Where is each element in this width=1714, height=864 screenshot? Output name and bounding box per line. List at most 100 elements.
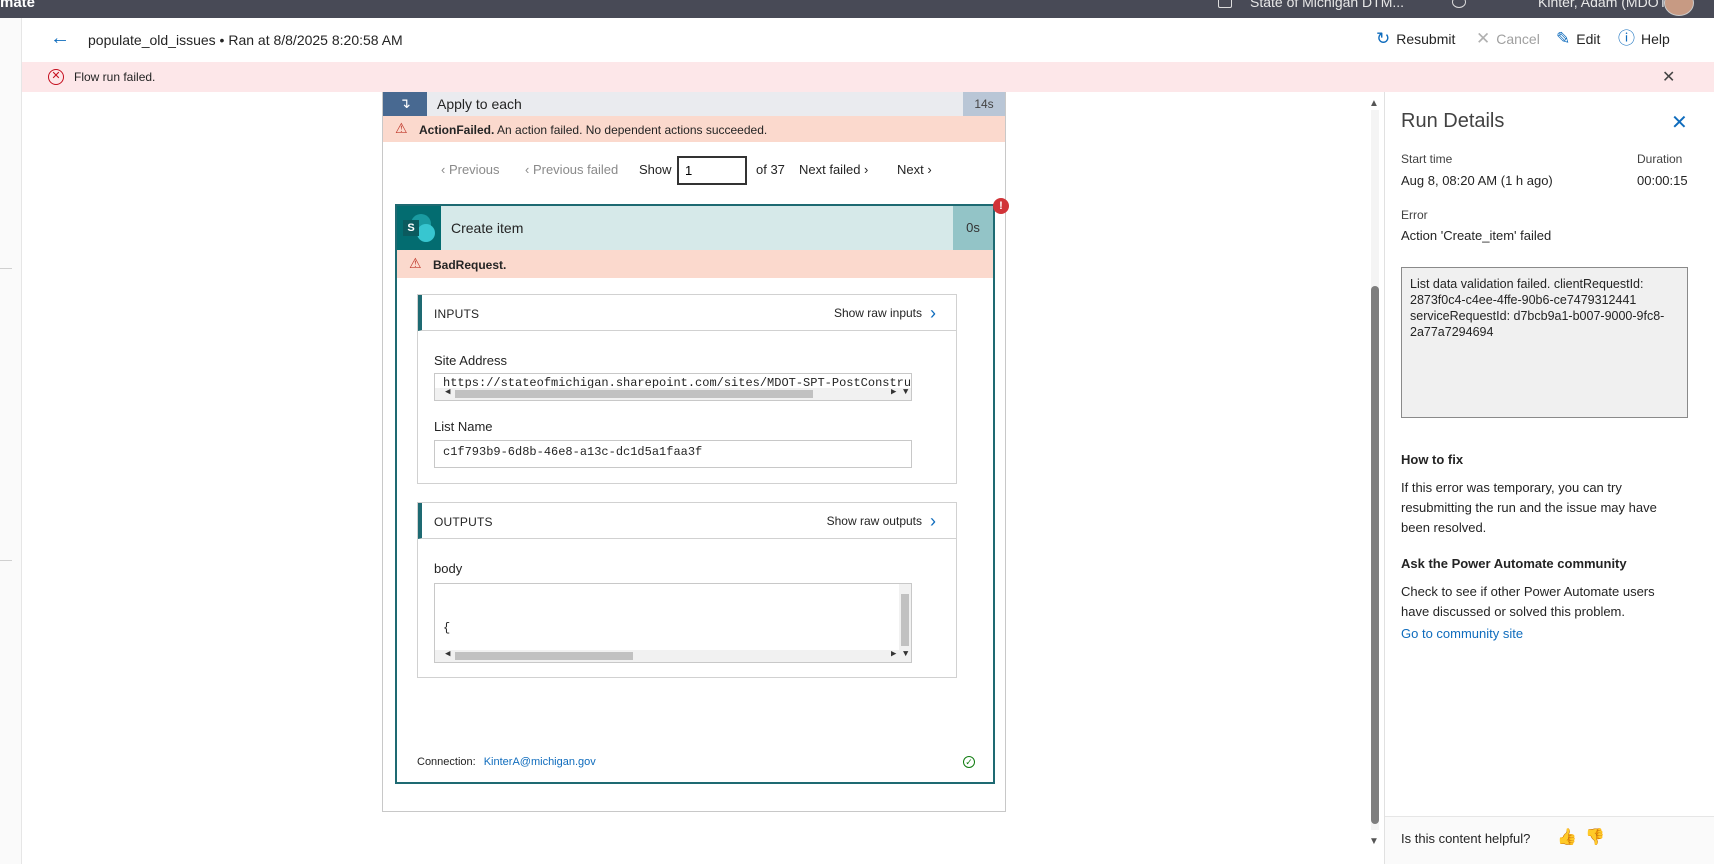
run-details-title: Run Details [1401,110,1505,132]
community-text: Check to see if other Power Automate use… [1401,584,1655,619]
show-raw-outputs-button[interactable]: Show raw outputs › [827,512,936,530]
environment-icon[interactable] [1218,0,1232,8]
warning-icon: ⚠ [409,255,422,271]
warning-icon: ⚠ [395,120,408,136]
helpful-question: Is this content helpful? [1401,831,1531,846]
site-address-label: Site Address [434,353,507,368]
json-horizontal-scrollbar[interactable]: ◀ ▶ ▼ [435,649,911,662]
json-vertical-scrollbar[interactable] [899,584,911,652]
scroll-left-icon[interactable]: ◀ [445,649,450,659]
community-heading: Ask the Power Automate community [1401,556,1627,571]
scroll-left-icon[interactable]: ◀ [445,387,450,397]
previous-failed-label: Previous failed [532,162,619,177]
command-bar: ← populate_old_issues • Ran at 8/8/2025 … [22,18,1714,62]
list-name-value: c1f793b9-6d8b-46e8-a13c-dc1d5a1faa3f [443,445,703,459]
help-button[interactable]: ⓘ Help [1618,30,1670,47]
cancel-button[interactable]: ✕ Cancel [1476,30,1540,47]
show-label: Show [639,162,672,177]
help-label: Help [1641,30,1670,47]
scroll-down-icon[interactable]: ▼ [903,387,908,397]
next-button[interactable]: Next › [897,162,932,177]
start-time-value: Aug 8, 08:20 AM (1 h ago) [1401,173,1553,188]
connection-ok-icon: ✓ [963,756,975,768]
thumbs-down-icon[interactable]: 👎 [1585,827,1605,847]
run-title: populate_old_issues • Ran at 8/8/2025 8:… [88,32,403,48]
resubmit-button[interactable]: ↻ Resubmit [1376,30,1455,47]
scroll-right-icon[interactable]: ▶ [891,649,896,659]
error-description: An action failed. No dependent actions s… [494,123,768,137]
show-raw-inputs-button[interactable]: Show raw inputs › [833,303,936,323]
run-timestamp: • Ran at 8/8/2025 8:20:58 AM [215,32,403,48]
resubmit-label: Resubmit [1396,30,1456,47]
json-line: { [443,621,451,635]
create-item-header[interactable]: S Create item 0s [397,206,993,250]
connection-label: Connection: [417,756,476,768]
scrollbar-thumb[interactable] [901,594,909,646]
site-address-scrollbar[interactable]: ◀ ▶ ▼ [435,387,911,400]
outputs-section: OUTPUTS Show raw outputs › body { "status… [417,502,957,678]
next-failed-button[interactable]: Next failed › [799,162,868,177]
back-arrow-icon[interactable]: ← [50,28,70,48]
duration-value: 00:00:15 [1637,173,1688,188]
inputs-header: INPUTS Show raw inputs › [418,295,956,331]
scrollbar-thumb[interactable] [455,652,633,660]
scrollbar-thumb[interactable] [1371,286,1379,824]
apply-to-each-card: ↴ Apply to each 14s ⚠ ActionFailed. An a… [382,92,1009,812]
cancel-icon: ✕ [1476,29,1491,48]
community-site-link[interactable]: Go to community site [1401,626,1523,641]
resubmit-icon: ↻ [1376,29,1391,48]
error-code: ActionFailed. [419,123,495,137]
environment-name[interactable]: State of Michigan DTM... [1250,0,1404,10]
error-label: Error [1401,208,1428,222]
apply-to-each-error: ⚠ ActionFailed. An action failed. No dep… [383,116,1005,142]
create-item-card: S Create item 0s ! ⚠ BadRequest. INPUTS … [395,198,1009,784]
previous-button[interactable]: ‹ Previous [441,162,500,177]
gutter-divider [0,560,12,561]
how-to-fix-text: If this error was temporary, you can try… [1401,480,1657,535]
error-circle-icon: ✕ [48,69,64,85]
banner-close-icon[interactable]: ✕ [1662,67,1675,87]
start-time-label: Start time [1401,152,1453,166]
list-name-label: List Name [434,419,493,434]
canvas-scrollbar[interactable]: ▲ ▼ [1368,98,1382,852]
apply-to-each-error-text: ActionFailed. An action failed. No depen… [419,123,767,137]
run-details-panel: Run Details ✕ Start time Aug 8, 08:20 AM… [1384,92,1714,864]
previous-label: Previous [448,162,500,177]
connection-account-link[interactable]: KinterA@michigan.gov [484,756,596,768]
apply-to-each-header[interactable]: ↴ Apply to each 14s [383,92,1005,116]
list-name-field[interactable]: c1f793b9-6d8b-46e8-a13c-dc1d5a1faa3f [434,440,912,468]
scroll-right-icon[interactable]: ▶ [891,387,896,397]
user-name[interactable]: Kinter, Adam (MDOT) [1538,0,1672,10]
inputs-section: INPUTS Show raw inputs › Site Address htt… [417,294,957,484]
app-name[interactable]: mate [0,0,35,11]
iteration-pager: ‹ Previous ‹ Previous failed Show of 37 … [383,152,1005,186]
body-json-viewer[interactable]: { "status": 400, "message": "List data v… [434,583,912,663]
sharepoint-icon: S [397,206,441,250]
show-raw-inputs-label: Show raw inputs [833,306,922,320]
close-panel-icon[interactable]: ✕ [1671,110,1688,135]
edit-button[interactable]: ✎ Edit [1556,30,1600,47]
help-icon[interactable] [1498,0,1512,8]
help-circle-icon: ⓘ [1618,29,1635,48]
scrollbar-thumb[interactable] [455,390,813,398]
scroll-down-icon[interactable]: ▼ [903,649,908,659]
how-to-fix-heading: How to fix [1401,452,1464,467]
thumbs-up-icon[interactable]: 👍 [1557,827,1577,847]
duration-label: Duration [1637,152,1683,166]
avatar[interactable] [1664,0,1694,16]
iteration-input[interactable] [677,156,747,185]
settings-icon[interactable] [1452,0,1466,8]
scroll-up-icon[interactable]: ▲ [1369,98,1379,109]
loop-icon: ↴ [383,92,427,116]
error-banner: ✕ Flow run failed. ✕ [22,62,1714,92]
suite-bar: mate State of Michigan DTM... Kinter, Ad… [0,0,1714,18]
connection-info: Connection: KinterA@michigan.gov [417,756,596,768]
body-label: body [434,561,463,576]
chevron-right-icon: › [930,303,936,323]
previous-failed-button[interactable]: ‹ Previous failed [525,162,618,177]
gutter-divider [0,268,12,269]
cancel-label: Cancel [1496,30,1540,47]
error-details-box[interactable]: List data validation failed. clientReque… [1401,267,1688,418]
scroll-down-icon[interactable]: ▼ [1369,836,1379,847]
site-address-field[interactable]: https://stateofmichigan.sharepoint.com/s… [434,373,912,401]
